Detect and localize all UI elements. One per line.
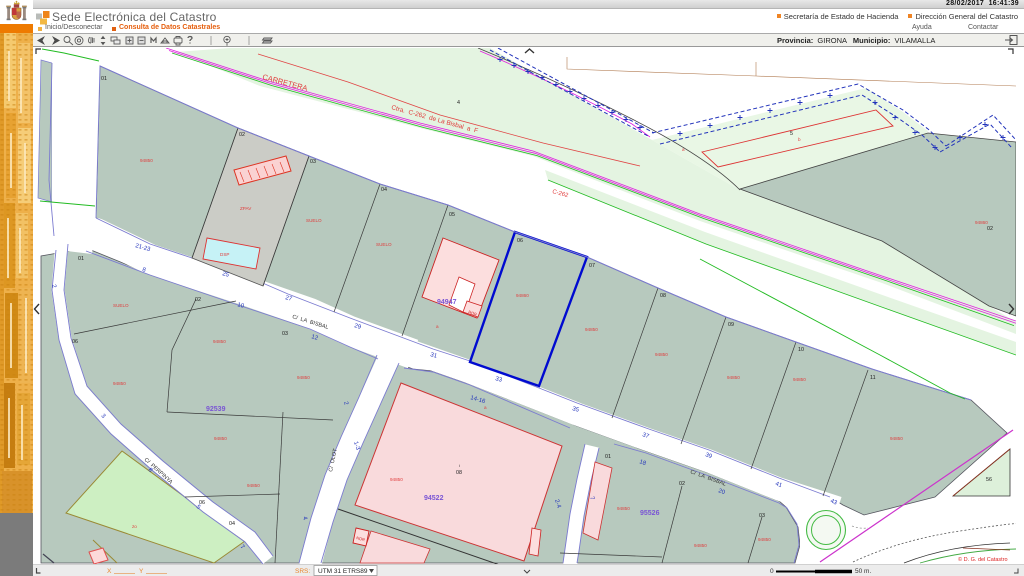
svg-text:05: 05 xyxy=(449,212,455,218)
svg-text:SRS:: SRS: xyxy=(295,568,310,575)
svg-text:94522: 94522 xyxy=(424,495,444,502)
svg-text:94850: 94850 xyxy=(585,327,598,332)
svg-text:a: a xyxy=(436,324,439,329)
svg-text:03: 03 xyxy=(310,159,316,165)
svg-text:UTM 31 ETRS89: UTM 31 ETRS89 xyxy=(318,568,368,575)
svg-text:09: 09 xyxy=(728,322,734,328)
svg-text:04: 04 xyxy=(381,187,387,193)
svg-text:zo: zo xyxy=(132,524,137,529)
svg-text:94850: 94850 xyxy=(655,352,668,357)
svg-text:06: 06 xyxy=(517,238,523,244)
svg-text:02: 02 xyxy=(987,226,993,232)
svg-text:56: 56 xyxy=(986,477,992,483)
svg-text:02: 02 xyxy=(679,481,685,487)
svg-text:a: a xyxy=(484,405,487,410)
svg-text:94850: 94850 xyxy=(214,436,227,441)
svg-text:03: 03 xyxy=(282,331,288,337)
svg-text:SUELO: SUELO xyxy=(306,218,322,223)
svg-text:01: 01 xyxy=(605,454,611,460)
svg-text:ZPAV: ZPAV xyxy=(240,206,252,211)
svg-text:11: 11 xyxy=(870,375,876,381)
svg-text:01: 01 xyxy=(78,256,84,262)
svg-text:4: 4 xyxy=(457,100,460,106)
svg-text:94850: 94850 xyxy=(390,477,403,482)
svg-text:94850: 94850 xyxy=(758,537,771,542)
svg-text:94850: 94850 xyxy=(297,375,310,380)
svg-text:X: X xyxy=(107,568,112,575)
svg-text:08: 08 xyxy=(456,470,462,476)
svg-text:94850: 94850 xyxy=(213,339,226,344)
svg-text:95526: 95526 xyxy=(640,510,660,517)
svg-text:04: 04 xyxy=(229,521,235,527)
svg-text:5: 5 xyxy=(790,131,793,137)
svg-text:08: 08 xyxy=(660,293,666,299)
svg-text:03: 03 xyxy=(759,513,765,519)
svg-text:06: 06 xyxy=(72,339,78,345)
svg-text:i: i xyxy=(459,463,460,468)
svg-text:b: b xyxy=(798,137,801,142)
svg-text:Y: Y xyxy=(139,568,144,575)
svg-text:94947: 94947 xyxy=(437,299,457,306)
svg-text:SUELO: SUELO xyxy=(113,303,129,308)
svg-text:94850: 94850 xyxy=(793,377,806,382)
svg-text:© D. G. del Catastro: © D. G. del Catastro xyxy=(958,556,1008,563)
svg-text:94860: 94860 xyxy=(516,293,529,298)
svg-text:10: 10 xyxy=(798,347,804,353)
svg-text:94850: 94850 xyxy=(694,543,707,548)
svg-text:94850: 94850 xyxy=(617,506,630,511)
svg-text:0: 0 xyxy=(770,568,774,575)
svg-text:94850: 94850 xyxy=(727,375,740,380)
svg-text:DSP: DSP xyxy=(220,252,229,257)
svg-text:94850: 94850 xyxy=(890,436,903,441)
svg-text:a: a xyxy=(682,147,685,152)
svg-text:94860: 94860 xyxy=(975,220,988,225)
svg-text:02: 02 xyxy=(239,132,245,138)
svg-text:SUELO: SUELO xyxy=(376,242,392,247)
svg-text:07: 07 xyxy=(589,263,595,269)
svg-text:50 m.: 50 m. xyxy=(855,568,871,575)
svg-text:02: 02 xyxy=(195,297,201,303)
svg-text:94850: 94850 xyxy=(247,483,260,488)
svg-text:01: 01 xyxy=(101,76,107,82)
svg-text:92539: 92539 xyxy=(206,406,226,413)
svg-text:94850: 94850 xyxy=(140,158,153,163)
svg-text:94850: 94850 xyxy=(113,381,126,386)
